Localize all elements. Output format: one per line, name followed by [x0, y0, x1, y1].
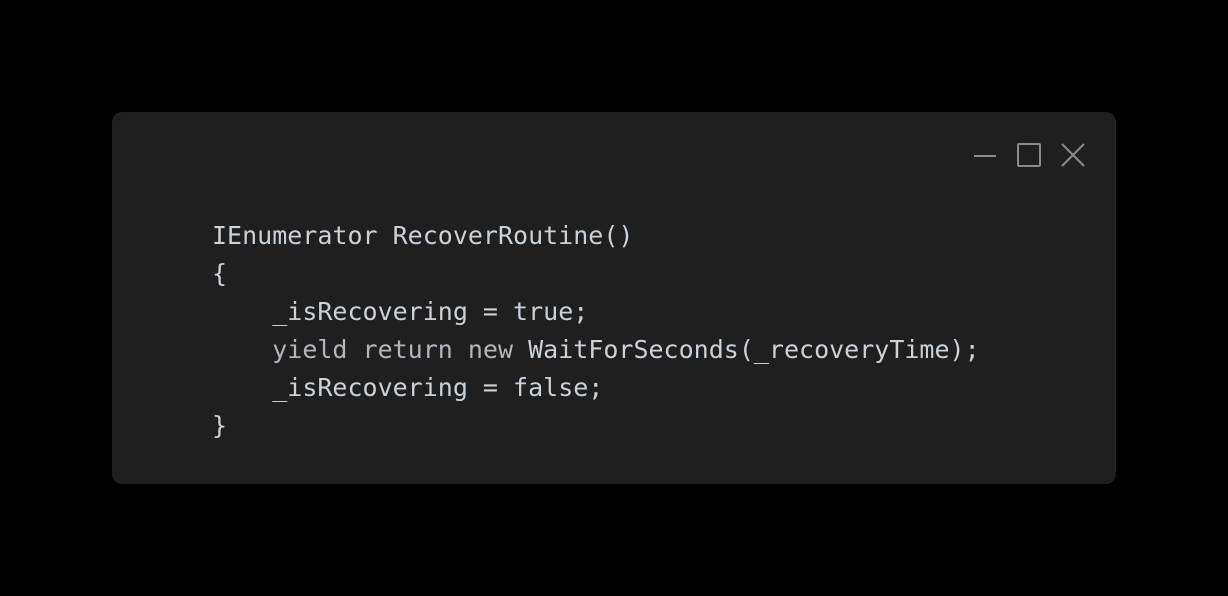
code-line: {: [212, 259, 228, 288]
close-button[interactable]: [1060, 142, 1086, 168]
window-controls: [972, 142, 1086, 168]
maximize-icon: [1017, 143, 1041, 167]
close-icon: [1061, 143, 1085, 167]
minimize-button[interactable]: [972, 142, 998, 168]
keyword: yield return new: [272, 335, 514, 364]
code-line: _isRecovering = true;: [272, 297, 589, 326]
maximize-button[interactable]: [1016, 142, 1042, 168]
code-line: yield return new WaitForSeconds(_recover…: [272, 335, 980, 364]
code-window: IEnumerator RecoverRoutine() { _isRecover…: [112, 112, 1116, 484]
code-line: IEnumerator RecoverRoutine(): [212, 221, 634, 250]
code-line: _isRecovering = false;: [272, 373, 604, 402]
code-line: }: [212, 411, 228, 440]
minimize-icon: [974, 155, 996, 157]
code-block: IEnumerator RecoverRoutine() { _isRecover…: [212, 217, 980, 445]
